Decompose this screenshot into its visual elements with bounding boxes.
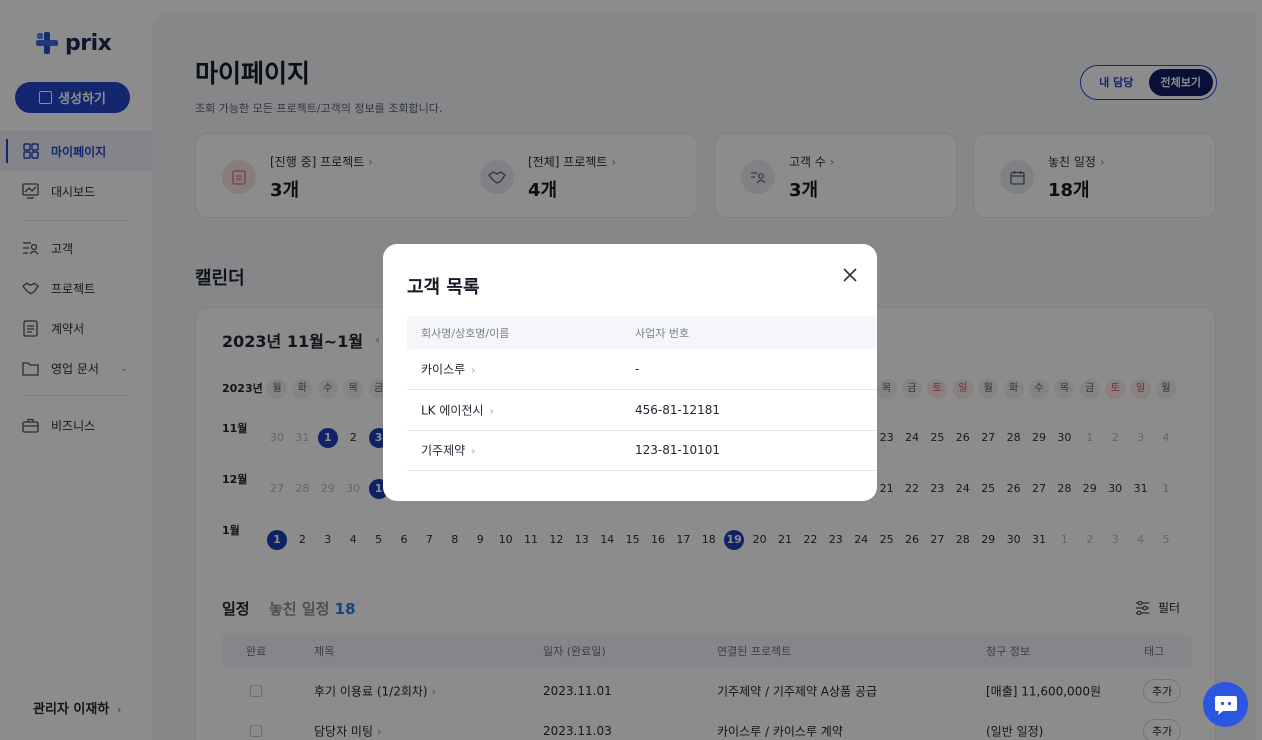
chat-button[interactable] xyxy=(1203,682,1248,727)
business-number: 456-81-12181 xyxy=(635,403,721,417)
customer-list-modal: 고객 목록 회사명/상호명/이름 사업자 번호 카이스루 › - LK 에이전시 ›… xyxy=(383,244,877,501)
customer-name-link[interactable]: LK 에이전시 › xyxy=(421,402,494,419)
business-number: - xyxy=(635,362,640,376)
close-button[interactable] xyxy=(838,263,862,287)
modal-title: 고객 목록 xyxy=(407,277,480,298)
close-icon xyxy=(843,268,857,282)
chevron-right-icon: › xyxy=(471,444,476,458)
chevron-right-icon: › xyxy=(489,404,494,418)
chat-icon xyxy=(1214,695,1237,715)
customer-name-link[interactable]: 기주제약 › xyxy=(421,442,476,459)
chevron-right-icon: › xyxy=(471,363,476,377)
modal-table-header: 회사명/상호명/이름 사업자 번호 xyxy=(407,316,877,349)
customer-row[interactable]: 카이스루 › - xyxy=(407,349,877,390)
customer-name-link[interactable]: 카이스루 › xyxy=(421,361,476,378)
customer-row[interactable]: LK 에이전시 › 456-81-12181 xyxy=(407,390,877,431)
customer-row[interactable]: 기주제약 › 123-81-10101 xyxy=(407,430,877,471)
business-number: 123-81-10101 xyxy=(635,443,721,457)
col-header-name: 회사명/상호명/이름 xyxy=(421,326,510,340)
col-header-biz: 사업자 번호 xyxy=(635,326,690,340)
